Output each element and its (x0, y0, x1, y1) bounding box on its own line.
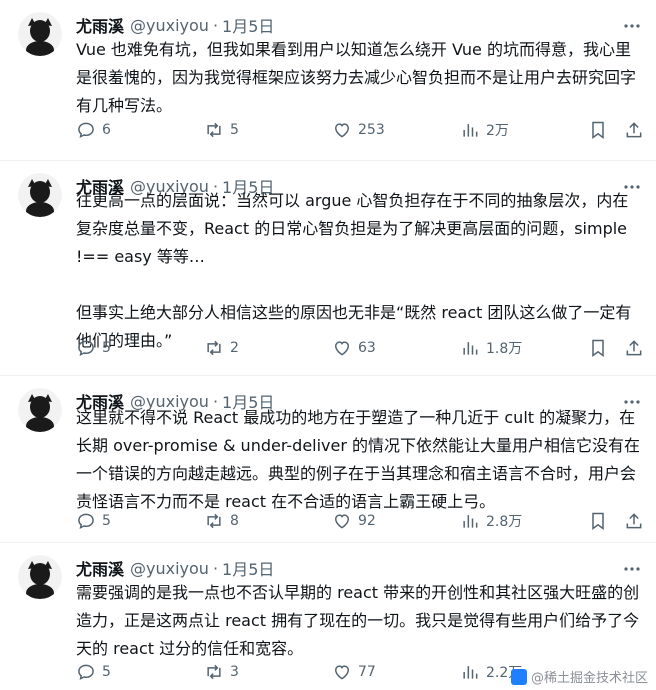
author-name[interactable]: 尤雨溪 (76, 13, 124, 37)
share-icon (626, 122, 642, 138)
tweet-header: 尤雨溪 @yuxiyou · 1月5日 (76, 556, 274, 580)
tweet-text: 需要强调的是我一点也不否认早期的 react 带来的开创性和其社区强大旺盛的创造… (76, 583, 640, 658)
retweet-button[interactable]: 8 (204, 509, 239, 533)
reply-count: 5 (102, 513, 111, 529)
like-button[interactable]: 253 (332, 118, 385, 142)
reply-button[interactable]: 5 (76, 660, 111, 684)
tweet-date[interactable]: 1月5日 (222, 556, 274, 580)
tweet-text: 这里就不得不说 React 最成功的地方在于塑造了一种几近于 cult 的凝聚力… (76, 408, 641, 511)
bookmark-icon (592, 512, 604, 530)
author-name[interactable]: 尤雨溪 (76, 556, 124, 580)
reply-count: 5 (102, 340, 111, 356)
tweet-text: 往更高一点的层面说：当然可以 argue 心智负担存在于不同的抽象层次，内在复杂… (76, 191, 632, 350)
heart-icon (334, 123, 350, 138)
tweet-actions: 5 2 63 1.8万 (76, 336, 646, 360)
retweet-icon (207, 122, 221, 138)
reply-button[interactable]: 6 (76, 118, 111, 142)
share-icon (626, 340, 642, 356)
retweet-icon (207, 513, 221, 529)
watermark: @稀土掘金技术社区 (510, 667, 648, 686)
share-icon (626, 513, 642, 529)
avatar[interactable] (18, 388, 62, 432)
avatar[interactable] (18, 12, 62, 56)
bookmark-button[interactable] (588, 336, 608, 360)
retweet-count: 3 (230, 664, 239, 680)
views-button[interactable]: 2.8万 (460, 509, 522, 533)
separator-dot: · (212, 15, 219, 35)
view-count: 2万 (486, 123, 509, 139)
bookmark-button[interactable] (588, 118, 608, 142)
retweet-count: 8 (230, 513, 239, 529)
retweet-icon (207, 340, 221, 356)
tweet-header: 尤雨溪 @yuxiyou · 1月5日 (76, 13, 274, 37)
tweet[interactable]: 尤雨溪 @yuxiyou · 1月5日 这里就不得不说 React 最成功的地方… (0, 376, 656, 542)
retweet-count: 2 (230, 340, 239, 356)
tweet-text: Vue 也难免有坑，但我如果看到用户以知道怎么绕开 Vue 的坑而得意，我心里是… (76, 40, 637, 115)
bookmark-button[interactable] (588, 509, 608, 533)
heart-icon (334, 341, 350, 356)
views-bar-chart-icon (463, 342, 478, 355)
reply-icon (78, 340, 94, 357)
view-count: 1.8万 (486, 341, 523, 357)
like-button[interactable]: 63 (332, 336, 376, 360)
reply-icon (78, 122, 94, 139)
views-bar-chart-icon (463, 666, 478, 679)
views-button[interactable]: 1.8万 (460, 336, 522, 360)
like-count: 253 (358, 122, 385, 138)
view-count: 2.8万 (486, 514, 523, 530)
heart-icon (334, 514, 350, 529)
juejin-logo-icon (510, 668, 527, 685)
reply-icon (78, 513, 94, 530)
reply-button[interactable]: 5 (76, 509, 111, 533)
share-button[interactable] (624, 336, 644, 360)
retweet-count: 5 (230, 122, 239, 138)
views-bar-chart-icon (463, 515, 478, 528)
views-button[interactable]: 2万 (460, 118, 509, 142)
tweet[interactable]: 尤雨溪 @yuxiyou · 1月5日 往更高一点的层面说：当然可以 argue… (0, 161, 656, 375)
views-bar-chart-icon (463, 124, 478, 137)
like-count: 63 (358, 340, 376, 356)
author-handle[interactable]: @yuxiyou (130, 559, 209, 578)
tweet-actions: 6 5 253 2万 (76, 118, 646, 142)
author-handle[interactable]: @yuxiyou (130, 16, 209, 35)
bookmark-icon (592, 121, 604, 139)
share-button[interactable] (624, 509, 644, 533)
retweet-button[interactable]: 2 (204, 336, 239, 360)
reply-button[interactable]: 5 (76, 336, 111, 360)
reply-count: 5 (102, 664, 111, 680)
tweet-date[interactable]: 1月5日 (222, 13, 274, 37)
like-count: 77 (358, 664, 376, 680)
like-count: 92 (358, 513, 376, 529)
avatar[interactable] (18, 173, 62, 217)
heart-icon (334, 665, 350, 680)
retweet-icon (207, 664, 221, 680)
watermark-text: @稀土掘金技术社区 (530, 671, 648, 686)
avatar[interactable] (18, 555, 62, 599)
reply-icon (78, 664, 94, 681)
share-button[interactable] (624, 118, 644, 142)
tweet[interactable]: 尤雨溪 @yuxiyou · 1月5日 Vue 也难免有坑，但我如果看到用户以知… (0, 0, 656, 160)
reply-count: 6 (102, 122, 111, 138)
like-button[interactable]: 77 (332, 660, 376, 684)
tweet-actions: 5 8 92 2.8万 (76, 509, 646, 533)
retweet-button[interactable]: 3 (204, 660, 239, 684)
retweet-button[interactable]: 5 (204, 118, 239, 142)
separator-dot: · (212, 558, 219, 578)
like-button[interactable]: 92 (332, 509, 376, 533)
bookmark-icon (592, 339, 604, 357)
